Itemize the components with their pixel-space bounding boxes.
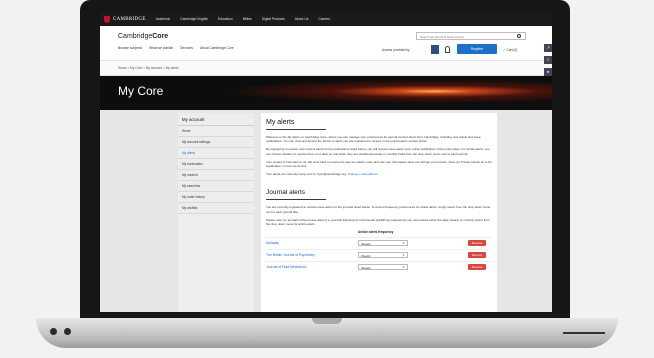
laptop-screen: CAMBRIDGE Academic Cambridge English Edu… (100, 12, 552, 312)
account-sidebar: My account Home My account settings My a… (178, 113, 254, 312)
alerts-heading: My alerts (266, 119, 295, 126)
search-icon[interactable] (517, 34, 521, 38)
remove-button[interactable]: Remove (468, 251, 486, 258)
search-input[interactable]: Search all journal & book content (416, 32, 526, 40)
email-prefix: Your alerts are currently being sent to: (266, 172, 318, 177)
nav-services[interactable]: Services (180, 46, 193, 50)
sidebar-item-searches[interactable]: My searches (178, 181, 254, 192)
site-topbar: CAMBRIDGE Academic Cambridge English Edu… (100, 12, 552, 26)
nav-what-we-publish[interactable]: What we publish (149, 46, 173, 50)
heading-rule (266, 129, 326, 130)
main-nav: Browse subjects What we publish Services… (118, 46, 234, 50)
frequency-column-header: Article alerts frequency (358, 230, 394, 235)
cambridge-core-brand[interactable]: CambridgeCore (118, 33, 168, 40)
chevron-down-icon: ▾ (402, 240, 404, 245)
nav-about[interactable]: About Cambridge Core (200, 46, 234, 50)
indicator-dot (64, 328, 71, 335)
sidebar-item-alerts[interactable]: My alerts (178, 148, 254, 159)
sidebar-item-wishlist[interactable]: My wishlist (178, 203, 254, 214)
institution-logo (431, 45, 439, 54)
brand-prefix: Cambridge (118, 33, 153, 40)
heading-rule (266, 199, 326, 201)
cambridge-logo[interactable]: CAMBRIDGE (104, 15, 146, 23)
journal-row: The British Journal of Psychiatry Weekly… (266, 249, 492, 259)
journal-row: Antiquity Weekly ▾ Remove (266, 237, 492, 247)
journal-row: Journal of Fluid Mechanics Weekly ▾ Remov… (266, 261, 492, 271)
page-banner: My Core (100, 76, 552, 110)
nav-browse-subjects[interactable]: Browse subjects (118, 46, 142, 50)
topbar-link-bibles[interactable]: Bibles (243, 17, 252, 21)
menu-icon[interactable]: ≡ (544, 56, 552, 64)
alerts-privacy-paragraph: Your privacy is important to us. We work… (266, 159, 492, 169)
topbar-link-academic[interactable]: Academic (156, 17, 170, 21)
laptop-notch (312, 318, 342, 324)
alerts-registration-paragraph: By registering to receive new content al… (266, 147, 490, 156)
access-provided-text: Access provided by (382, 48, 410, 52)
remove-button[interactable]: Remove (468, 239, 486, 246)
page-title: My Core (118, 84, 164, 98)
frequency-select[interactable]: Weekly ▾ (358, 251, 408, 258)
frequency-select[interactable]: Weekly ▾ (358, 263, 408, 270)
journal-alerts-heading: Journal alerts (266, 189, 306, 197)
logo-text: CAMBRIDGE (113, 16, 146, 22)
sidebar-item-bookmarks[interactable]: My bookmarks (178, 159, 254, 170)
journal-note-paragraph: Please note, for journals without issue … (266, 217, 490, 227)
cart-link[interactable]: ✓ Cart (0) (503, 48, 517, 52)
journal-link[interactable]: The British Journal of Psychiatry (266, 253, 358, 257)
register-button[interactable]: Register (457, 44, 497, 54)
alerts-intro-paragraph: Welcome to the My alerts on Cambridge Co… (266, 135, 481, 144)
person-icon[interactable]: ● (544, 68, 552, 76)
journal-link[interactable]: Journal of Fluid Mechanics (266, 265, 358, 269)
frequency-select[interactable]: Weekly ▾ (358, 239, 408, 246)
topbar-link-education[interactable]: Education (218, 17, 233, 21)
sidebar-item-order-history[interactable]: My order history (178, 192, 254, 203)
topbar-link-about[interactable]: About Us (295, 17, 309, 21)
email-address: hypo@cambridge.org (317, 172, 347, 177)
sidebar-title: My account (178, 113, 254, 126)
laptop-base (36, 318, 618, 348)
journal-intro-paragraph: You are currently registered to receive … (266, 205, 491, 214)
chevron-down-icon: ▾ (402, 264, 404, 269)
frequency-value: Weekly (361, 241, 371, 246)
alerts-email-line: Your alerts are currently being sent to:… (266, 172, 378, 177)
site-header: CambridgeCore Search all journal & book … (100, 26, 552, 60)
change-email-link[interactable]: Change email address (348, 172, 378, 176)
laptop-indicator-lights (50, 328, 71, 335)
remove-button[interactable]: Remove (468, 263, 486, 270)
frequency-value: Weekly (361, 265, 371, 270)
search-placeholder: Search all journal & book content (420, 35, 465, 39)
indicator-dot (50, 328, 57, 335)
brand-suffix: Core (152, 33, 169, 40)
journal-link[interactable]: Antiquity (266, 241, 358, 245)
sidebar-item-account-settings[interactable]: My account settings (178, 137, 254, 148)
topbar-link-english[interactable]: Cambridge English (180, 17, 208, 21)
sidebar-item-home[interactable]: Home (178, 126, 254, 137)
frequency-value: Weekly (361, 253, 371, 258)
laptop-slot (563, 332, 605, 334)
topbar-link-careers[interactable]: Careers (318, 17, 330, 21)
chevron-down-icon: ▾ (402, 252, 404, 257)
topbar-link-digital[interactable]: Digital Products (262, 17, 285, 21)
user-icon[interactable] (445, 46, 450, 53)
shield-icon (104, 15, 110, 23)
alerts-content: My alerts Welcome to the My alerts on Ca… (261, 113, 497, 312)
sidebar-item-content[interactable]: My content (178, 170, 254, 181)
share-icon[interactable]: ↗ (544, 44, 552, 52)
breadcrumb[interactable]: Home > My Core > My account > My alerts (100, 60, 552, 76)
